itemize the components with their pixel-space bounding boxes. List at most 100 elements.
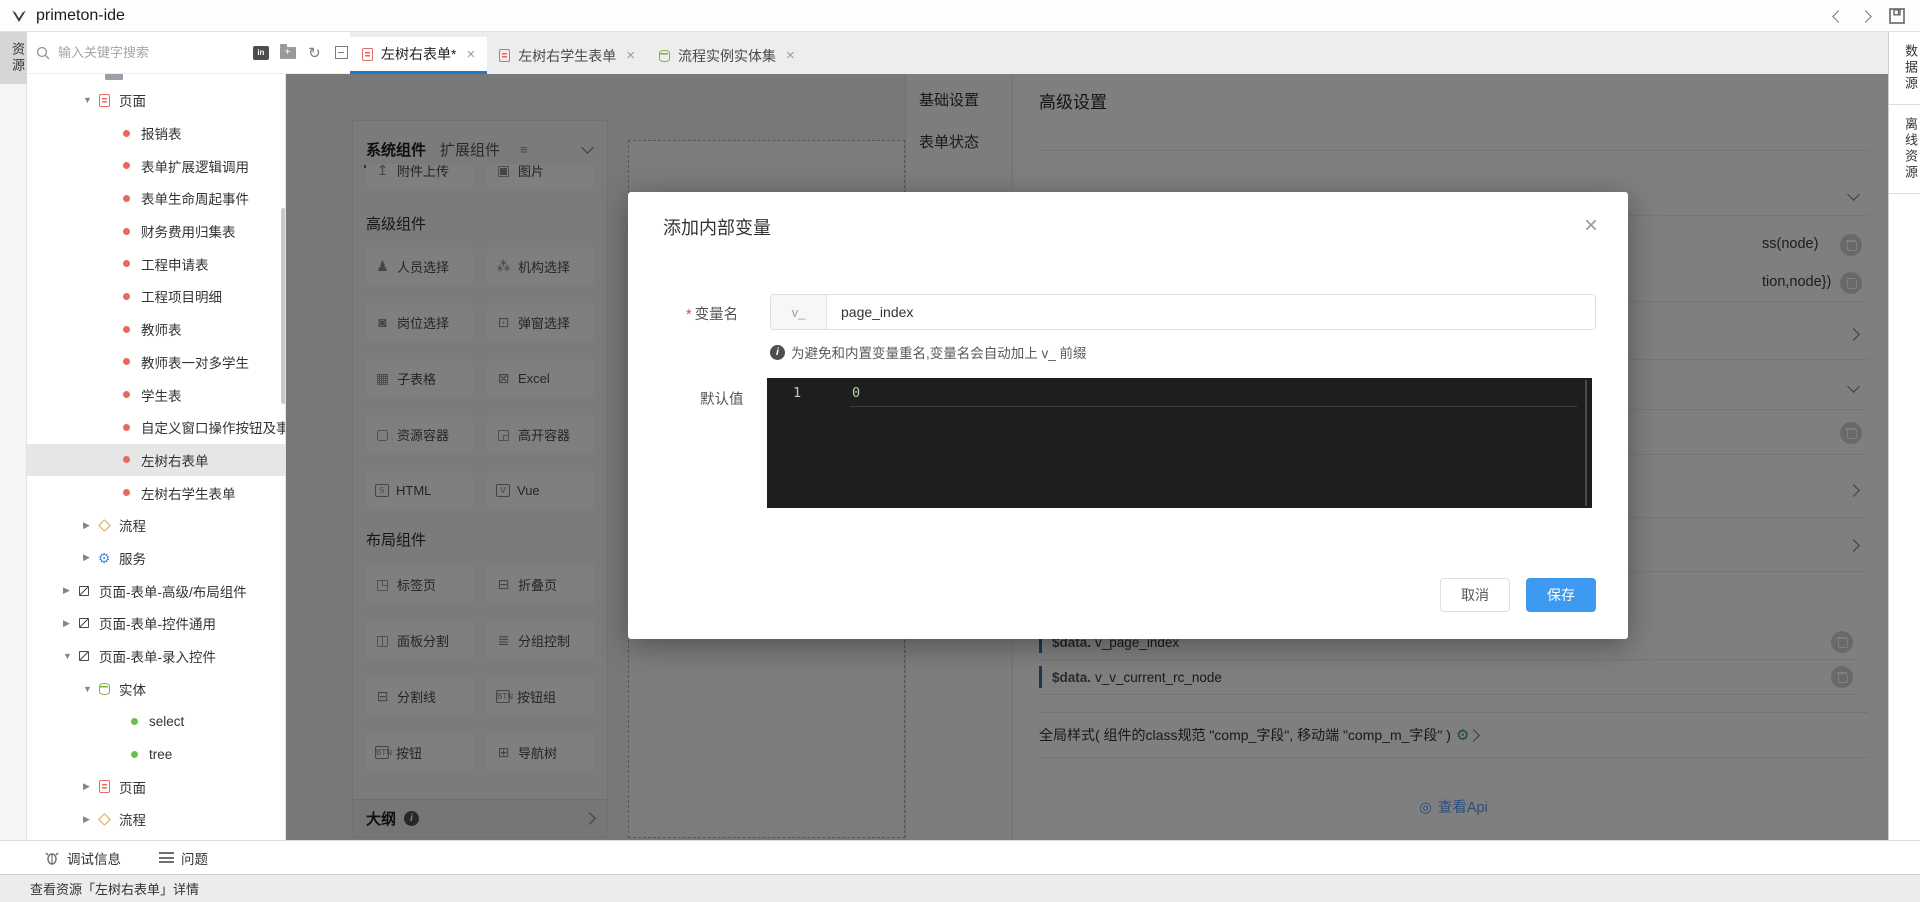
save-icon[interactable] — [1888, 7, 1906, 25]
tree-item[interactable]: 左树右学生表单 — [27, 476, 285, 509]
expander-open-icon[interactable]: ▼ — [83, 95, 97, 105]
history-forward-icon[interactable] — [1859, 10, 1872, 23]
debug-info-toggle[interactable]: 调试信息 — [44, 848, 121, 868]
problems-label: 问题 — [181, 848, 208, 868]
problems-toggle[interactable]: 问题 — [159, 848, 208, 868]
tree-item[interactable]: ▶ 流程 — [27, 509, 285, 542]
debug-icon — [44, 850, 60, 866]
tree-item[interactable]: select — [27, 705, 285, 738]
tree-item[interactable]: ▶页面-表单-控件通用 — [27, 607, 285, 640]
tree-item[interactable]: 财务费用归集表 — [27, 215, 285, 248]
expander-closed-icon[interactable]: ▶ — [83, 781, 97, 792]
tab-left-tree-student-form[interactable]: 左树右学生表单 × — [487, 37, 647, 74]
tree-item[interactable]: 左树右表单 — [27, 444, 285, 477]
add-internal-variable-dialog: 添加内部变量 × *变量名 v_ i 为避免和内置变量重名,变量名会自动加上 v… — [628, 192, 1628, 639]
tree-item[interactable]: 工程项目明细 — [27, 280, 285, 313]
close-dialog-icon[interactable]: × — [1584, 214, 1598, 238]
editor-tab-bar: 左树右表单* × 左树右学生表单 × 流程实例实体集 × — [350, 32, 1888, 74]
tab-left-tree-form[interactable]: 左树右表单* × — [350, 37, 487, 74]
package-cube-icon — [77, 651, 91, 661]
app-window: primeton-ide 资源 in + ↻ 左树右表单 * — [0, 0, 1920, 902]
expander-closed-icon[interactable]: ▶ — [83, 814, 97, 825]
resources-strip-tab[interactable]: 资源 — [0, 32, 27, 84]
right-activity-strip: 数据源 离线资源 — [1888, 32, 1920, 874]
tree-item[interactable]: ▶ 页面 — [27, 770, 285, 803]
close-tab-icon[interactable]: × — [626, 47, 635, 64]
history-back-icon[interactable] — [1832, 10, 1845, 23]
save-button[interactable]: 保存 — [1526, 578, 1596, 612]
app-logo-icon — [10, 7, 28, 25]
tree-item-label: 实体 — [119, 679, 146, 699]
tree-item[interactable]: 报销表 — [27, 117, 285, 150]
tree-item-label: 工程项目明细 — [141, 286, 222, 306]
expander-open-icon[interactable]: ▼ — [63, 651, 77, 661]
import-resource-icon[interactable]: in — [252, 44, 270, 62]
required-mark: * — [686, 307, 692, 323]
collapse-all-icon[interactable] — [332, 44, 350, 62]
package-cube-icon — [77, 586, 91, 596]
close-tab-icon[interactable]: × — [466, 46, 475, 63]
tree-item[interactable]: 教师表 — [27, 313, 285, 346]
tree-item[interactable]: ▼页面 — [27, 84, 285, 117]
clipped-tree-item — [105, 74, 123, 80]
entity-leaf-icon — [127, 718, 141, 725]
tree-item[interactable]: ▼ 实体 — [27, 672, 285, 705]
sidebar-search-bar — [27, 32, 252, 74]
tree-item[interactable]: ▶页面-表单-高级/布局组件 — [27, 574, 285, 607]
code-value: 0 — [852, 385, 860, 401]
tree-item-label: tree — [149, 747, 172, 762]
page-leaf-icon — [119, 260, 133, 267]
default-value-code-editor[interactable]: 1 0 — [767, 378, 1592, 508]
tree-item-label: 财务费用归集表 — [141, 221, 236, 241]
search-input[interactable] — [58, 45, 208, 60]
page-leaf-icon — [119, 195, 133, 202]
tree-item-label: select — [149, 714, 184, 729]
expander-open-icon[interactable]: ▼ — [83, 684, 97, 694]
page-leaf-icon — [119, 456, 133, 463]
tree-item-label: 流程 — [119, 515, 146, 535]
expander-closed-icon[interactable]: ▶ — [63, 618, 77, 629]
page-leaf-icon — [119, 326, 133, 333]
status-bar: 查看资源「左树右表单」详情 — [0, 874, 1920, 902]
tab-process-entity-set[interactable]: 流程实例实体集 × — [647, 37, 807, 74]
resource-tree-panel: ▼页面报销表表单扩展逻辑调用表单生命周起事件财务费用归集表工程申请表工程项目明细… — [27, 74, 286, 840]
tree-item[interactable]: 表单扩展逻辑调用 — [27, 149, 285, 182]
tree-item-label: 服务 — [119, 548, 146, 568]
tree-item[interactable]: ▶⚙服务 — [27, 542, 285, 575]
tree-item-label: 页面-表单-录入控件 — [99, 646, 216, 666]
new-folder-icon[interactable]: + — [279, 44, 297, 62]
offline-resource-strip-tab[interactable]: 离线资源 — [1889, 105, 1920, 194]
refresh-icon[interactable]: ↻ — [306, 44, 324, 62]
expander-closed-icon[interactable]: ▶ — [83, 520, 97, 531]
tab-label: 流程实例实体集 — [678, 46, 776, 66]
expander-closed-icon[interactable]: ▶ — [63, 585, 77, 596]
flow-icon — [97, 815, 111, 824]
expander-closed-icon[interactable]: ▶ — [83, 552, 97, 563]
tree-item[interactable]: 学生表 — [27, 378, 285, 411]
resource-tree: ▼页面报销表表单扩展逻辑调用表单生命周起事件财务费用归集表工程申请表工程项目明细… — [27, 84, 285, 836]
tree-item[interactable]: 表单生命周起事件 — [27, 182, 285, 215]
tree-item[interactable]: 工程申请表 — [27, 247, 285, 280]
tree-item-label: 页面 — [119, 777, 146, 797]
title-bar: primeton-ide — [0, 0, 1920, 32]
status-text: 查看资源「左树右表单」详情 — [30, 879, 199, 898]
variable-prefix-addon: v_ — [771, 295, 827, 329]
tree-item-label: 表单生命周起事件 — [141, 188, 249, 208]
variable-name-input[interactable] — [827, 295, 1595, 329]
page-leaf-icon — [119, 358, 133, 365]
tree-item-label: 流程 — [119, 809, 146, 829]
tree-item[interactable]: ▼ 页面-表单-录入控件 — [27, 640, 285, 673]
problems-list-icon — [159, 852, 174, 863]
tree-item-label: 学生表 — [141, 385, 182, 405]
editor-scrollbar[interactable] — [1585, 380, 1587, 506]
page-leaf-icon — [119, 293, 133, 300]
close-tab-icon[interactable]: × — [786, 47, 795, 64]
tree-item[interactable]: ▶ 流程 — [27, 803, 285, 836]
entity-db-icon — [97, 683, 111, 695]
tree-item[interactable]: 教师表一对多学生 — [27, 346, 285, 379]
datasource-strip-tab[interactable]: 数据源 — [1889, 32, 1920, 105]
tree-item[interactable]: tree — [27, 738, 285, 771]
page-leaf-icon — [119, 391, 133, 398]
cancel-button[interactable]: 取消 — [1440, 578, 1510, 612]
tree-item[interactable]: 自定义窗口操作按钮及事件 — [27, 411, 285, 444]
